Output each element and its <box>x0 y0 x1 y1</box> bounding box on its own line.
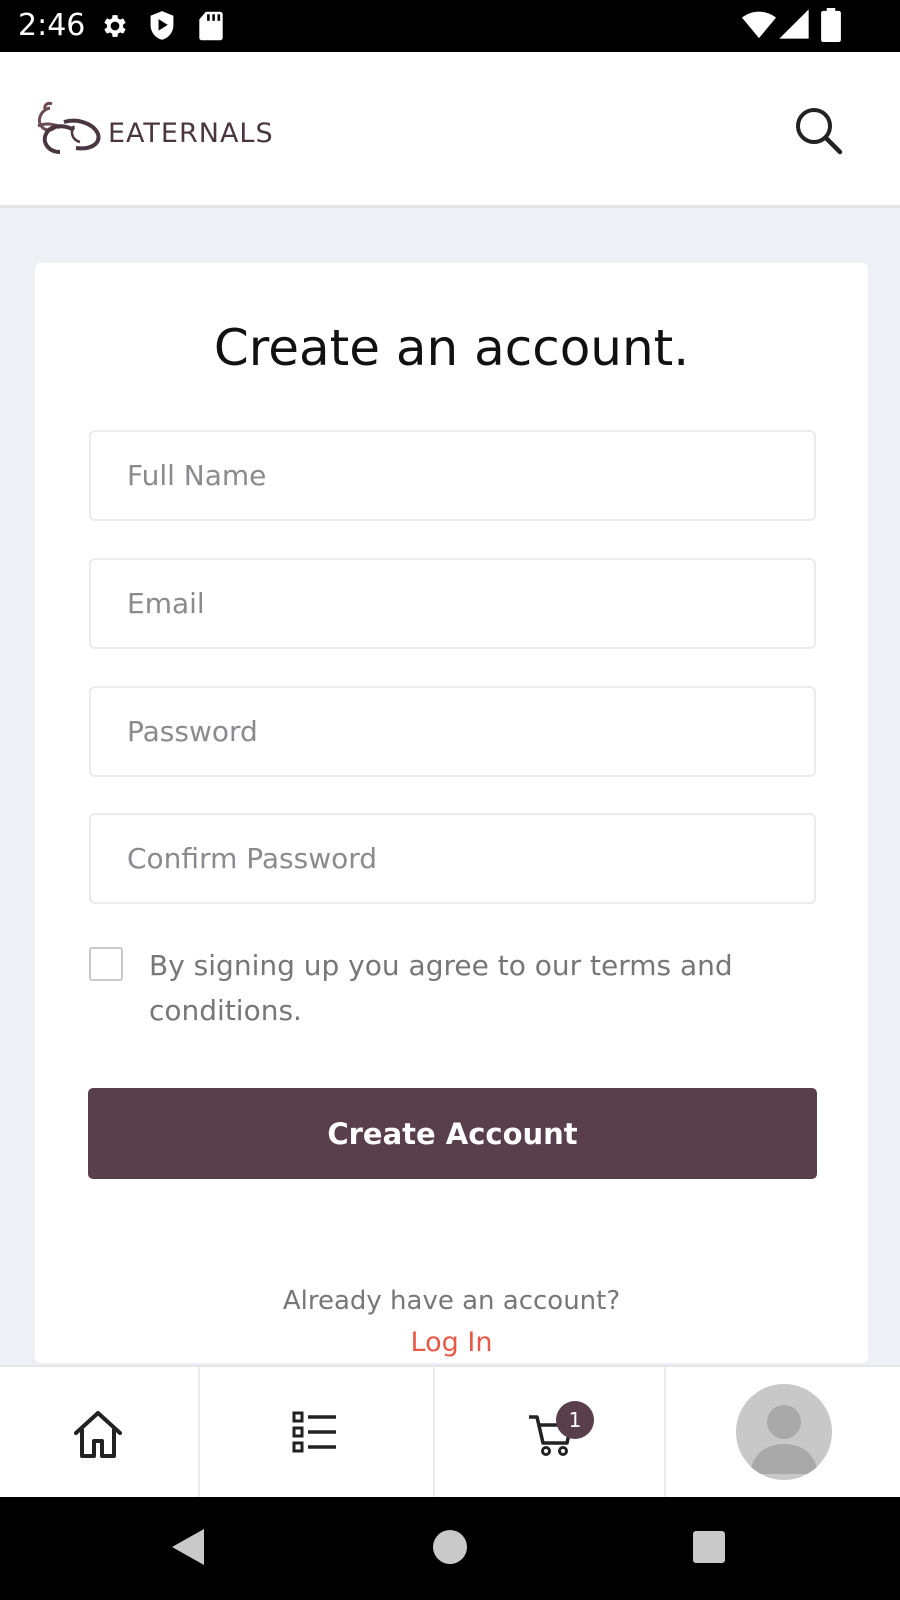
full-name-field[interactable] <box>91 432 814 519</box>
signal-icon <box>779 9 809 39</box>
status-time: 2:46 <box>18 8 86 43</box>
password-field[interactable] <box>91 688 814 775</box>
system-nav-bar <box>0 1497 900 1600</box>
avatar[interactable] <box>736 1384 832 1480</box>
home-icon <box>74 1411 122 1458</box>
bottom-nav: 1 <box>0 1365 900 1499</box>
status-bar: 2:46 <box>0 0 900 52</box>
battery-icon <box>821 8 841 42</box>
email-field-wrapper <box>89 558 816 649</box>
shield-play-icon <box>150 11 174 40</box>
terms-checkbox[interactable] <box>89 947 123 981</box>
confirm-password-field[interactable] <box>91 815 814 902</box>
nav-divider <box>664 1367 666 1499</box>
gear-icon <box>104 15 126 37</box>
signup-card: Create an account. By signing up you agr… <box>35 263 868 1363</box>
terms-label: By signing up you agree to our terms and… <box>149 949 733 1027</box>
brand-logo-icon[interactable] <box>30 96 110 166</box>
search-icon[interactable] <box>790 102 846 158</box>
wifi-icon <box>742 11 776 39</box>
page-title: Create an account. <box>213 319 690 377</box>
confirm-password-field-wrapper <box>89 813 816 904</box>
app-header: EATERNALS <box>0 52 900 208</box>
back-icon[interactable] <box>170 1527 206 1567</box>
terms-row: By signing up you agree to our terms and… <box>89 943 816 1033</box>
email-field[interactable] <box>91 560 814 647</box>
recents-icon[interactable] <box>692 1530 726 1564</box>
cart-count-badge: 1 <box>556 1401 594 1439</box>
create-account-button[interactable]: Create Account <box>88 1088 817 1179</box>
full-name-field-wrapper <box>89 430 816 521</box>
password-field-wrapper <box>89 686 816 777</box>
nav-categories[interactable] <box>200 1367 433 1499</box>
login-link[interactable]: Log In <box>35 1327 868 1358</box>
nav-home[interactable] <box>0 1367 198 1499</box>
list-icon <box>292 1411 336 1453</box>
user-silhouette-icon <box>750 1405 818 1474</box>
sd-card-icon <box>199 11 223 41</box>
home-circle-icon[interactable] <box>432 1529 468 1565</box>
already-have-account-text: Already have an account? <box>282 1286 621 1316</box>
nav-cart[interactable] <box>435 1367 664 1499</box>
brand-name: EATERNALS <box>108 118 274 149</box>
